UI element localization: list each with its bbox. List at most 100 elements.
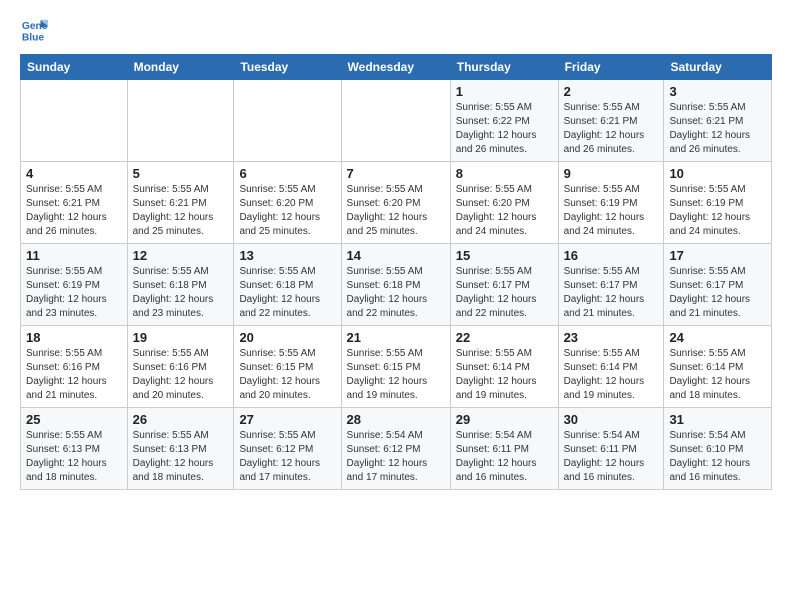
day-content: Sunrise: 5:55 AM Sunset: 6:16 PM Dayligh… [26,347,122,403]
logo-icon: General Blue [20,16,48,44]
header-friday: Friday [558,55,664,80]
day-number: 2 [564,84,659,99]
calendar-cell: 22 Sunrise: 5:55 AM Sunset: 6:14 PM Dayli… [450,326,558,408]
day-number: 10 [669,166,766,181]
day-content: Sunrise: 5:55 AM Sunset: 6:21 PM Dayligh… [26,183,122,239]
day-number: 17 [669,248,766,263]
day-number: 20 [239,330,335,345]
calendar-table: SundayMondayTuesdayWednesdayThursdayFrid… [20,54,772,490]
calendar-cell: 7Sunrise: 5:55 AM Sunset: 6:20 PM Daylig… [341,162,450,244]
calendar-cell: 20 Sunrise: 5:55 AM Sunset: 6:15 PM Dayli… [234,326,341,408]
calendar-header-row: SundayMondayTuesdayWednesdayThursdayFrid… [21,55,772,80]
day-number: 26 [133,412,229,427]
day-number: 13 [239,248,335,263]
day-number: 28 [347,412,445,427]
calendar-cell: 4 Sunrise: 5:55 AM Sunset: 6:21 PM Daylig… [21,162,128,244]
day-content: Sunrise: 5:55 AM Sunset: 6:22 PM Dayligh… [456,101,553,157]
calendar-cell: 14 Sunrise: 5:55 AM Sunset: 6:18 PM Dayli… [341,244,450,326]
day-number: 8 [456,166,553,181]
calendar-cell: 21 Sunrise: 5:55 AM Sunset: 6:15 PM Dayli… [341,326,450,408]
day-content: Sunrise: 5:55 AM Sunset: 6:15 PM Dayligh… [347,347,445,403]
day-content: Sunrise: 5:55 AM Sunset: 6:17 PM Dayligh… [669,265,766,321]
svg-text:Blue: Blue [22,32,45,43]
day-number: 21 [347,330,445,345]
day-number: 5 [133,166,229,181]
day-content: Sunrise: 5:55 AM Sunset: 6:19 PM Dayligh… [26,265,122,321]
calendar-cell: 25 Sunrise: 5:55 AM Sunset: 6:13 PM Dayli… [21,408,128,490]
day-content: Sunrise: 5:55 AM Sunset: 6:17 PM Dayligh… [564,265,659,321]
day-number: 16 [564,248,659,263]
day-content: Sunrise: 5:55 AM Sunset: 6:18 PM Dayligh… [239,265,335,321]
calendar-cell [21,80,128,162]
day-content: Sunrise: 5:55 AM Sunset: 6:14 PM Dayligh… [456,347,553,403]
day-content: Sunrise: 5:54 AM Sunset: 6:10 PM Dayligh… [669,429,766,485]
calendar-cell: 31Sunrise: 5:54 AM Sunset: 6:10 PM Dayli… [664,408,772,490]
calendar-cell: 9 Sunrise: 5:55 AM Sunset: 6:19 PM Daylig… [558,162,664,244]
day-number: 24 [669,330,766,345]
day-content: Sunrise: 5:55 AM Sunset: 6:14 PM Dayligh… [564,347,659,403]
header-wednesday: Wednesday [341,55,450,80]
day-content: Sunrise: 5:55 AM Sunset: 6:13 PM Dayligh… [26,429,122,485]
calendar-cell: 29Sunrise: 5:54 AM Sunset: 6:11 PM Dayli… [450,408,558,490]
day-number: 14 [347,248,445,263]
calendar-cell: 16 Sunrise: 5:55 AM Sunset: 6:17 PM Dayli… [558,244,664,326]
day-content: Sunrise: 5:55 AM Sunset: 6:16 PM Dayligh… [133,347,229,403]
day-content: Sunrise: 5:55 AM Sunset: 6:13 PM Dayligh… [133,429,229,485]
calendar-cell: 24 Sunrise: 5:55 AM Sunset: 6:14 PM Dayli… [664,326,772,408]
header-sunday: Sunday [21,55,128,80]
calendar-week-5: 25 Sunrise: 5:55 AM Sunset: 6:13 PM Dayli… [21,408,772,490]
day-content: Sunrise: 5:55 AM Sunset: 6:18 PM Dayligh… [347,265,445,321]
day-content: Sunrise: 5:55 AM Sunset: 6:19 PM Dayligh… [564,183,659,239]
calendar-cell [234,80,341,162]
calendar-cell [127,80,234,162]
day-number: 22 [456,330,553,345]
calendar-cell: 8 Sunrise: 5:55 AM Sunset: 6:20 PM Daylig… [450,162,558,244]
calendar-cell: 1 Sunrise: 5:55 AM Sunset: 6:22 PM Daylig… [450,80,558,162]
day-content: Sunrise: 5:54 AM Sunset: 6:11 PM Dayligh… [564,429,659,485]
day-content: Sunrise: 5:55 AM Sunset: 6:15 PM Dayligh… [239,347,335,403]
day-content: Sunrise: 5:55 AM Sunset: 6:17 PM Dayligh… [456,265,553,321]
calendar-cell: 18Sunrise: 5:55 AM Sunset: 6:16 PM Dayli… [21,326,128,408]
header-thursday: Thursday [450,55,558,80]
calendar-cell: 12 Sunrise: 5:55 AM Sunset: 6:18 PM Dayli… [127,244,234,326]
day-number: 15 [456,248,553,263]
day-content: Sunrise: 5:54 AM Sunset: 6:11 PM Dayligh… [456,429,553,485]
day-number: 9 [564,166,659,181]
calendar-week-1: 1 Sunrise: 5:55 AM Sunset: 6:22 PM Daylig… [21,80,772,162]
day-content: Sunrise: 5:55 AM Sunset: 6:14 PM Dayligh… [669,347,766,403]
calendar-cell: 2Sunrise: 5:55 AM Sunset: 6:21 PM Daylig… [558,80,664,162]
day-number: 4 [26,166,122,181]
day-number: 12 [133,248,229,263]
day-number: 11 [26,248,122,263]
calendar-cell: 17 Sunrise: 5:55 AM Sunset: 6:17 PM Dayli… [664,244,772,326]
calendar-cell: 23 Sunrise: 5:55 AM Sunset: 6:14 PM Dayli… [558,326,664,408]
calendar-cell: 11 Sunrise: 5:55 AM Sunset: 6:19 PM Dayli… [21,244,128,326]
header-saturday: Saturday [664,55,772,80]
day-number: 27 [239,412,335,427]
calendar-cell: 27 Sunrise: 5:55 AM Sunset: 6:12 PM Dayli… [234,408,341,490]
page-header: General Blue [20,16,772,44]
calendar-cell: 10 Sunrise: 5:55 AM Sunset: 6:19 PM Dayli… [664,162,772,244]
day-content: Sunrise: 5:55 AM Sunset: 6:19 PM Dayligh… [669,183,766,239]
calendar-cell: 13 Sunrise: 5:55 AM Sunset: 6:18 PM Dayli… [234,244,341,326]
day-content: Sunrise: 5:54 AM Sunset: 6:12 PM Dayligh… [347,429,445,485]
day-number: 3 [669,84,766,99]
day-content: Sunrise: 5:55 AM Sunset: 6:18 PM Dayligh… [133,265,229,321]
calendar-cell: 5Sunrise: 5:55 AM Sunset: 6:21 PM Daylig… [127,162,234,244]
calendar-cell: 19 Sunrise: 5:55 AM Sunset: 6:16 PM Dayli… [127,326,234,408]
day-number: 30 [564,412,659,427]
day-number: 23 [564,330,659,345]
day-number: 19 [133,330,229,345]
calendar-cell [341,80,450,162]
calendar-cell: 15 Sunrise: 5:55 AM Sunset: 6:17 PM Dayli… [450,244,558,326]
day-content: Sunrise: 5:55 AM Sunset: 6:20 PM Dayligh… [456,183,553,239]
calendar-cell: 28 Sunrise: 5:54 AM Sunset: 6:12 PM Dayli… [341,408,450,490]
day-number: 6 [239,166,335,181]
day-number: 1 [456,84,553,99]
header-monday: Monday [127,55,234,80]
header-tuesday: Tuesday [234,55,341,80]
day-number: 25 [26,412,122,427]
day-content: Sunrise: 5:55 AM Sunset: 6:12 PM Dayligh… [239,429,335,485]
calendar-week-2: 4 Sunrise: 5:55 AM Sunset: 6:21 PM Daylig… [21,162,772,244]
calendar-cell: 30 Sunrise: 5:54 AM Sunset: 6:11 PM Dayli… [558,408,664,490]
